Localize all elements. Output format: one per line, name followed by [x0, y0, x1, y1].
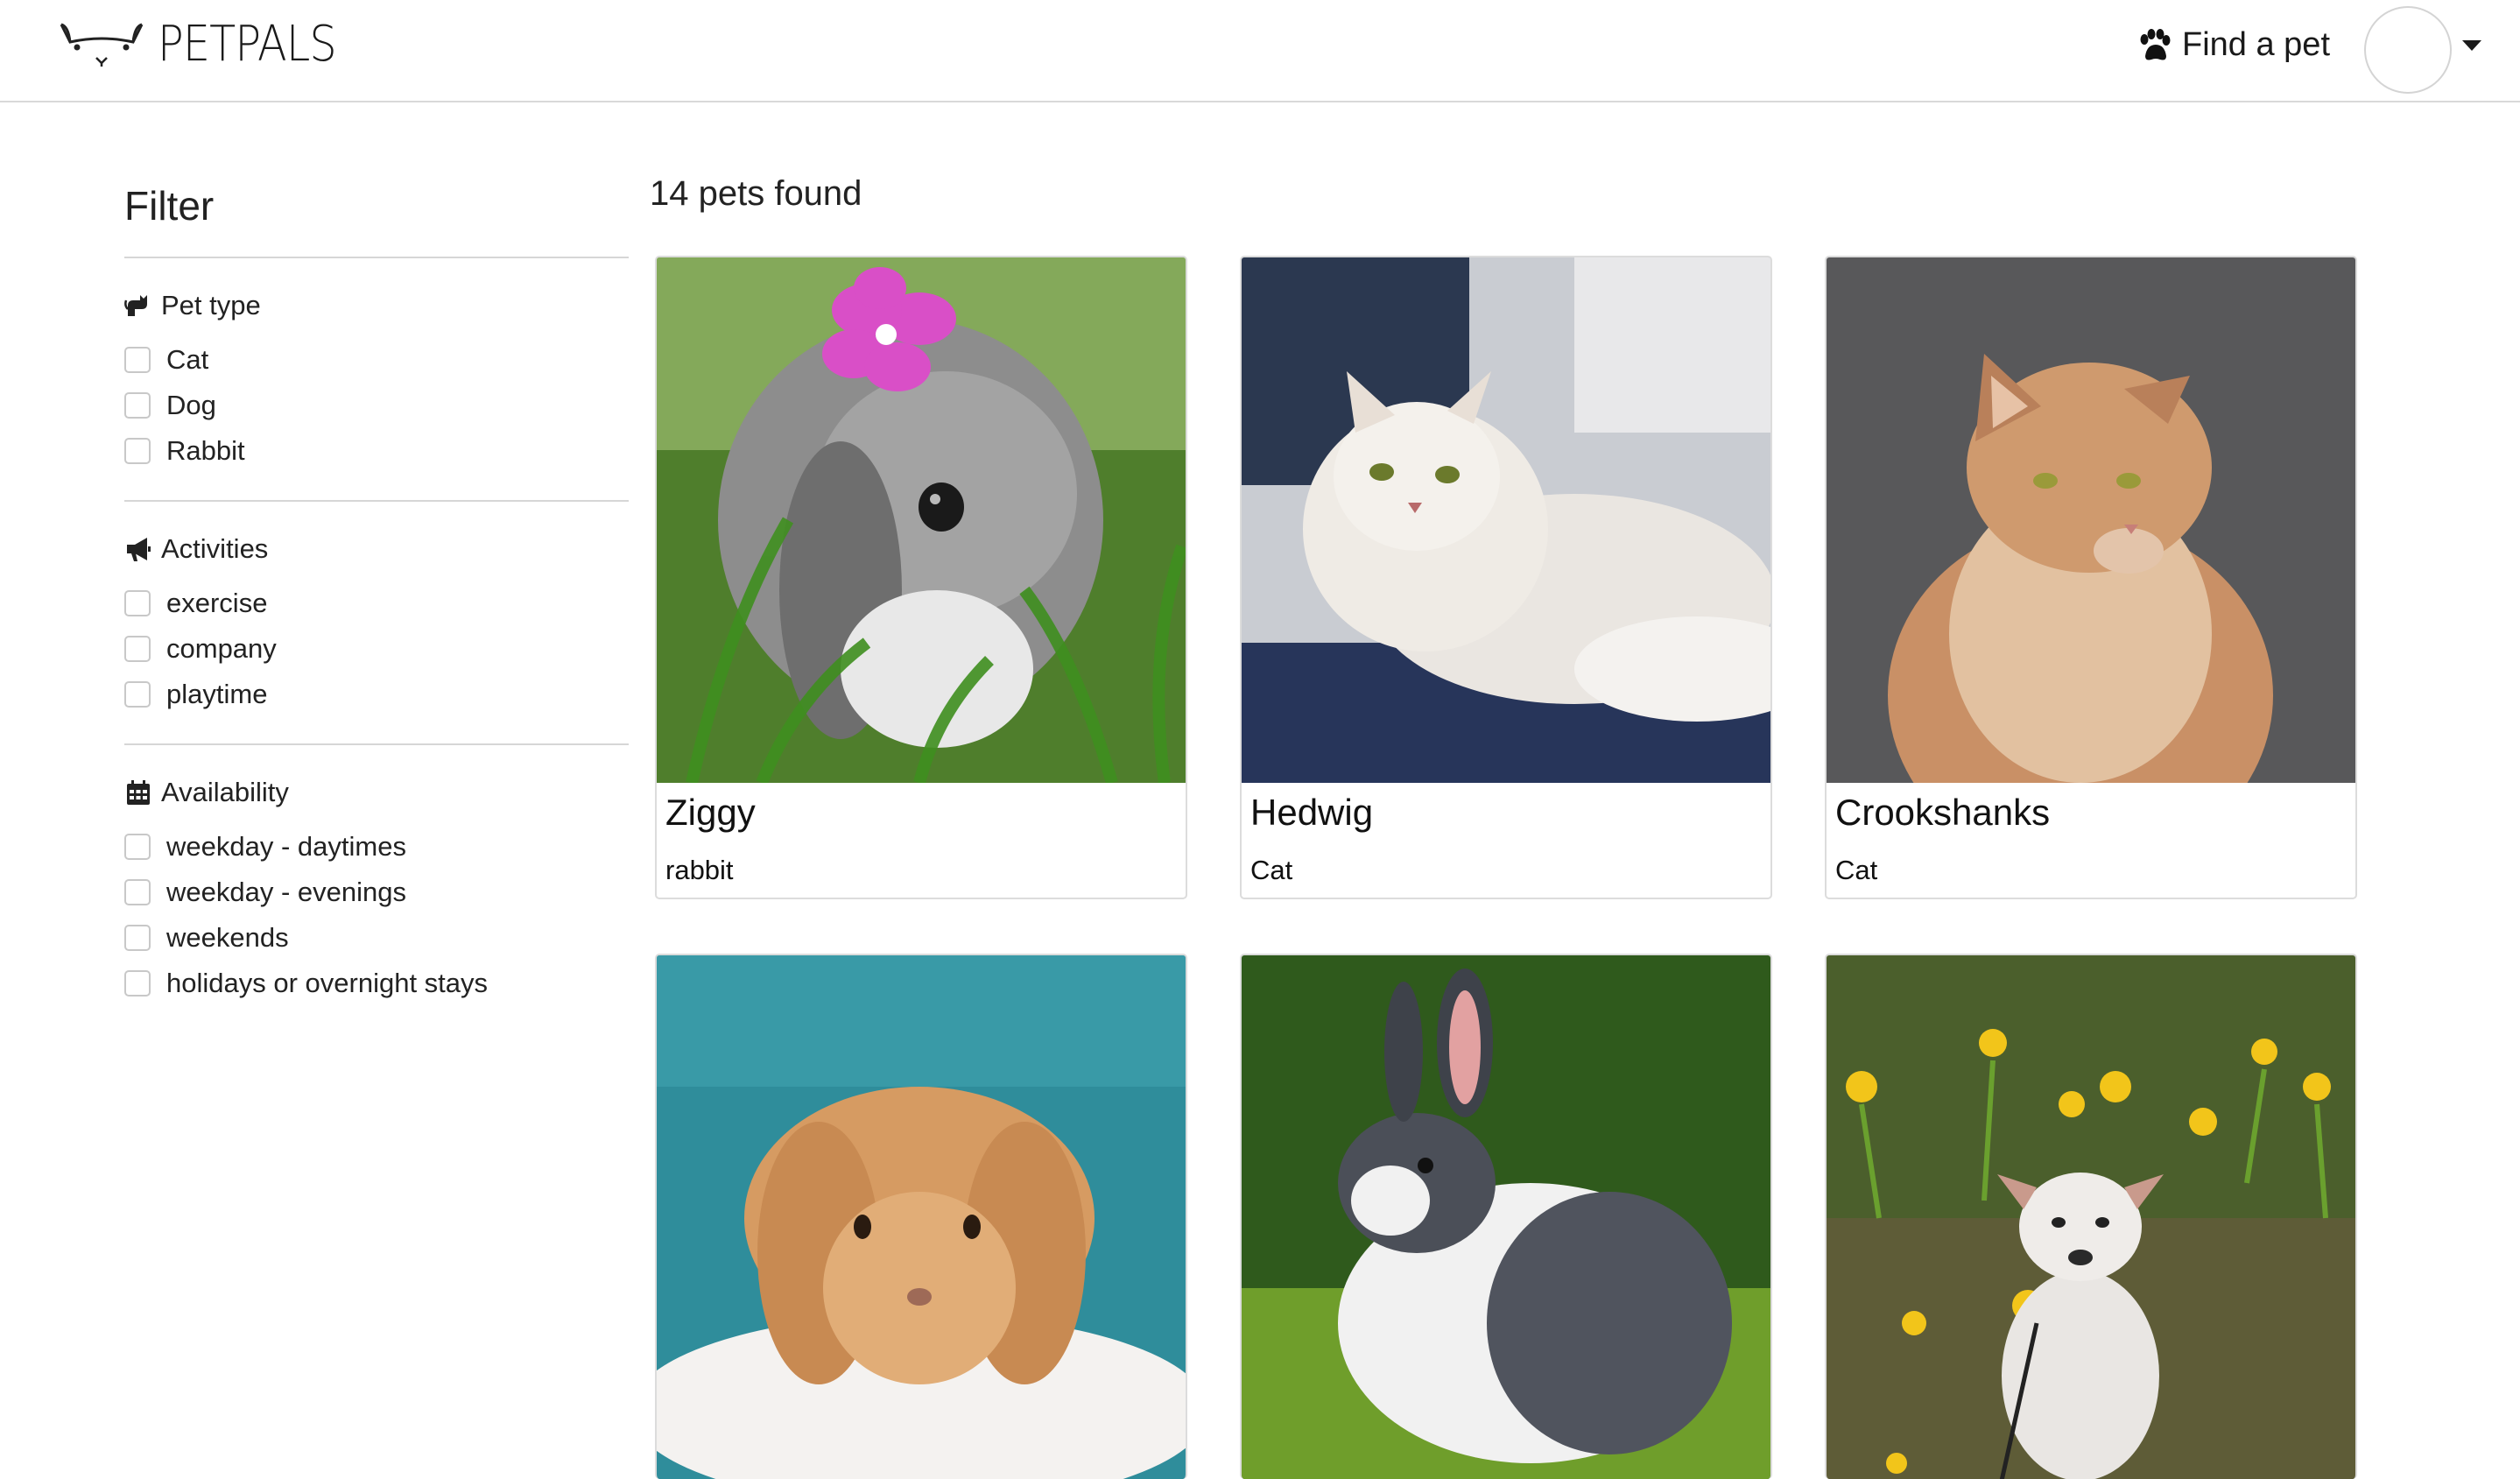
account-dropdown-caret-icon[interactable] — [2462, 40, 2481, 51]
pet-name: Ziggy — [665, 792, 756, 833]
cat-face-logo-icon — [60, 23, 144, 67]
top-navbar: PETPALS Find a pet — [0, 0, 2520, 102]
pet-photo — [1827, 257, 2355, 783]
dog-photo-image — [1827, 955, 2355, 1479]
pet-photo — [657, 955, 1186, 1479]
filter-option-exercise[interactable]: exercise — [124, 581, 629, 626]
filter-option-label: weekday - evenings — [166, 877, 406, 907]
filter-title: Filter — [124, 183, 215, 229]
filter-option-label: holidays or overnight stays — [166, 968, 489, 998]
results-count: 14 pets found — [650, 174, 862, 213]
pet-card[interactable]: Ziggy rabbit — [655, 256, 1187, 899]
rabbit-photo-image — [1242, 955, 1770, 1479]
pet-photo — [1242, 257, 1770, 783]
pet-card[interactable] — [1825, 954, 2357, 1479]
user-avatar[interactable] — [2364, 6, 2452, 94]
find-a-pet-link[interactable]: Find a pet — [2136, 26, 2330, 64]
filter-group-heading: Availability — [124, 775, 629, 810]
filter-option-label: exercise — [166, 588, 268, 618]
filter-option-label: Dog — [166, 390, 216, 420]
filter-group-pet-type: Pet type Cat Dog Rabbit — [124, 258, 629, 500]
checkbox[interactable] — [124, 681, 151, 708]
checkbox[interactable] — [124, 590, 151, 616]
checkbox[interactable] — [124, 636, 151, 662]
brand-logo[interactable]: PETPALS — [58, 16, 361, 74]
filter-option-label: Rabbit — [166, 435, 245, 466]
pet-type: rabbit — [665, 855, 734, 885]
filter-sidebar: Filter Pet type Cat Dog Rabbit Activitie… — [124, 175, 629, 1032]
filter-option-label: weekends — [166, 922, 289, 953]
cat-photo-image — [1242, 257, 1770, 783]
checkbox[interactable] — [124, 879, 151, 905]
pet-photo — [1827, 955, 2355, 1479]
pet-name: Crookshanks — [1835, 792, 2051, 833]
pet-card[interactable] — [1240, 954, 1772, 1479]
checkbox[interactable] — [124, 438, 151, 464]
checkbox[interactable] — [124, 925, 151, 951]
pet-photo — [1242, 955, 1770, 1479]
calendar-icon — [127, 780, 150, 805]
pet-type: Cat — [1835, 855, 1878, 885]
filter-option-label: playtime — [166, 679, 268, 709]
filter-group-availability: Availability weekday - daytimes weekday … — [124, 745, 629, 1032]
pet-name: Hedwig — [1250, 792, 1374, 833]
cat-icon — [124, 295, 147, 316]
filter-option-holidays-overnight[interactable]: holidays or overnight stays — [124, 961, 629, 1006]
pet-type: Cat — [1250, 855, 1293, 885]
filter-option-rabbit[interactable]: Rabbit — [124, 428, 629, 474]
filter-option-label: Cat — [166, 344, 209, 375]
filter-option-cat[interactable]: Cat — [124, 337, 629, 383]
pet-card[interactable] — [655, 954, 1187, 1479]
rabbit-photo-image — [657, 955, 1186, 1479]
checkbox[interactable] — [124, 970, 151, 997]
checkbox[interactable] — [124, 347, 151, 373]
filter-option-weekday-daytimes[interactable]: weekday - daytimes — [124, 824, 629, 870]
filter-option-label: weekday - daytimes — [166, 831, 406, 862]
filter-option-playtime[interactable]: playtime — [124, 672, 629, 717]
filter-group-heading: Activities — [124, 532, 629, 567]
checkbox[interactable] — [124, 834, 151, 860]
pet-card[interactable]: Crookshanks Cat — [1825, 256, 2357, 899]
pet-card[interactable]: Hedwig Cat — [1240, 256, 1772, 899]
cat-photo-image — [1827, 257, 2355, 783]
filter-group-title: Activities — [161, 533, 269, 564]
rabbit-photo-image — [657, 257, 1186, 783]
filter-option-dog[interactable]: Dog — [124, 383, 629, 428]
filter-group-title: Availability — [161, 777, 289, 807]
filter-group-title: Pet type — [161, 290, 261, 320]
filter-option-weekends[interactable]: weekends — [124, 915, 629, 961]
filter-option-label: company — [166, 633, 277, 664]
find-a-pet-label: Find a pet — [2182, 26, 2330, 63]
brand-name: PETPALS — [158, 16, 337, 73]
filter-group-heading: Pet type — [124, 288, 629, 323]
filter-group-activities: Activities exercise company playtime — [124, 502, 629, 743]
filter-option-weekday-evenings[interactable]: weekday - evenings — [124, 870, 629, 915]
paw-icon — [2140, 28, 2171, 60]
filter-option-company[interactable]: company — [124, 626, 629, 672]
megaphone-icon — [127, 538, 151, 561]
pet-photo — [657, 257, 1186, 783]
checkbox[interactable] — [124, 392, 151, 419]
